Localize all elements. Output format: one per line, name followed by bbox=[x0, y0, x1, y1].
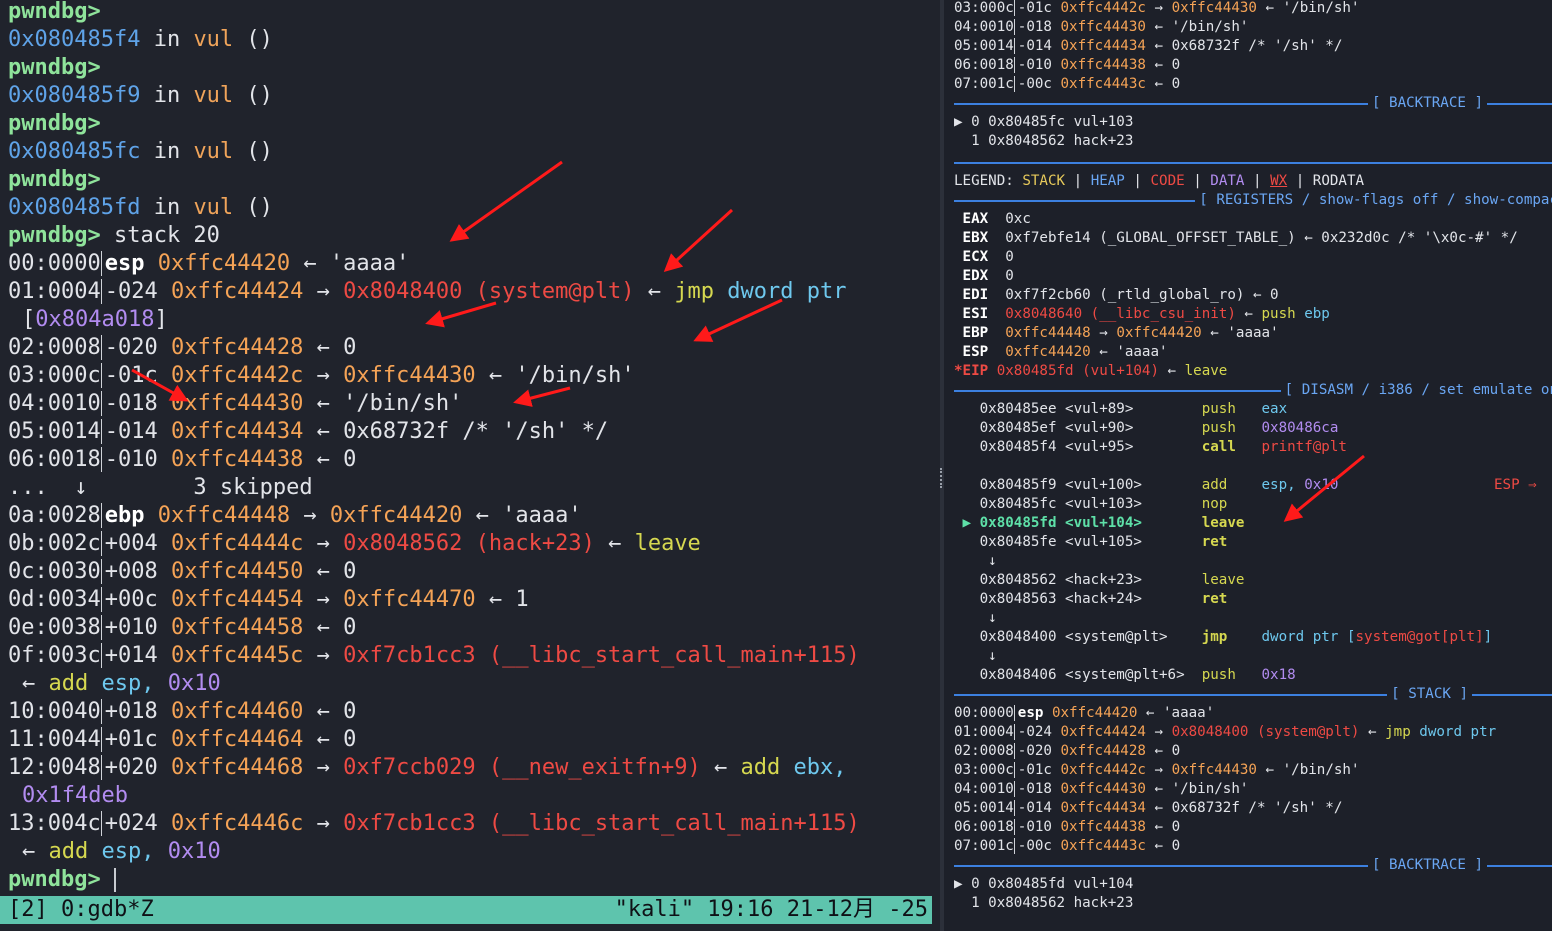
annotation-arrow bbox=[1283, 454, 1365, 522]
gdb-terminal-pane[interactable]: pwndbg> 0x080485f4 in vul () pwndbg> 0x0804… bbox=[0, 0, 940, 931]
annotation-arrow bbox=[425, 301, 497, 328]
annotation-arrow bbox=[131, 368, 189, 402]
annotation-arrow bbox=[513, 386, 571, 407]
annotation-arrow bbox=[663, 208, 734, 273]
annotation-arrow bbox=[693, 298, 783, 342]
right-annotations bbox=[1283, 454, 1365, 522]
annotation-arrow bbox=[449, 160, 563, 242]
left-annotations bbox=[131, 160, 783, 407]
pwndbg-context-pane[interactable]: 03:000c -01c 0xffc4442c → 0xffc44430 ← '/… bbox=[944, 0, 1552, 931]
